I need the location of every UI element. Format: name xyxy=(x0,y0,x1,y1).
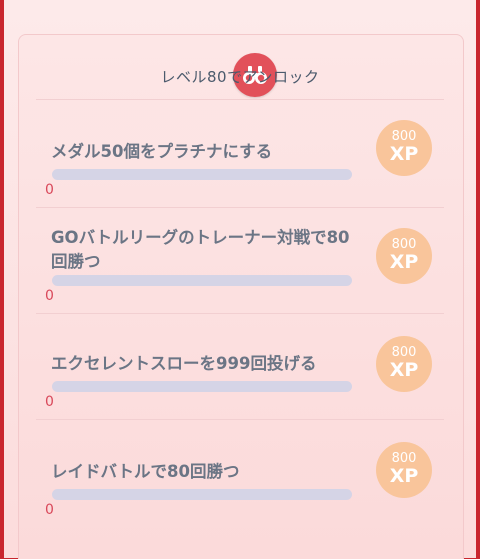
xp-reward-badge: 800 XP xyxy=(376,442,432,498)
task-label: メダル50個をプラチナにする xyxy=(51,142,273,161)
task-label: エクセレントスローを999回投げる xyxy=(51,354,317,373)
task-row: レイドバトルで80回勝つ 0 800 XP xyxy=(18,420,462,526)
page-background: レベル80でアンロック メダル50個をプラチナにする 0 800 XP GOバト… xyxy=(4,0,476,559)
xp-amount: 800 xyxy=(391,129,417,144)
xp-unit: XP xyxy=(389,359,419,381)
xp-amount: 800 xyxy=(391,237,417,252)
task-row: GOバトルリーグのトレーナー対戦で80回勝つ 0 800 XP xyxy=(18,208,462,314)
xp-unit: XP xyxy=(389,465,419,487)
xp-reward-badge: 800 XP xyxy=(376,336,432,392)
xp-reward-badge: 800 XP xyxy=(376,120,432,176)
task-label: レイドバトルで80回勝つ xyxy=(51,462,240,481)
xp-unit: XP xyxy=(389,251,419,273)
progress-count: 0 xyxy=(45,182,54,198)
task-label: GOバトルリーグのトレーナー対戦で80回勝つ xyxy=(51,228,350,271)
progress-bar xyxy=(52,275,352,286)
xp-unit: XP xyxy=(389,143,419,165)
xp-amount: 800 xyxy=(391,451,417,466)
progress-bar xyxy=(52,489,352,500)
task-row: メダル50個をプラチナにする 0 800 XP xyxy=(18,100,462,206)
xp-reward-badge: 800 XP xyxy=(376,228,432,284)
xp-amount: 800 xyxy=(391,345,417,360)
progress-count: 0 xyxy=(45,288,54,304)
progress-count: 0 xyxy=(45,502,54,518)
progress-count: 0 xyxy=(45,394,54,410)
progress-bar xyxy=(52,381,352,392)
task-row: エクセレントスローを999回投げる 0 800 XP xyxy=(18,314,462,420)
progress-bar xyxy=(52,169,352,180)
unlock-level-title: レベル80でアンロック xyxy=(160,68,320,86)
